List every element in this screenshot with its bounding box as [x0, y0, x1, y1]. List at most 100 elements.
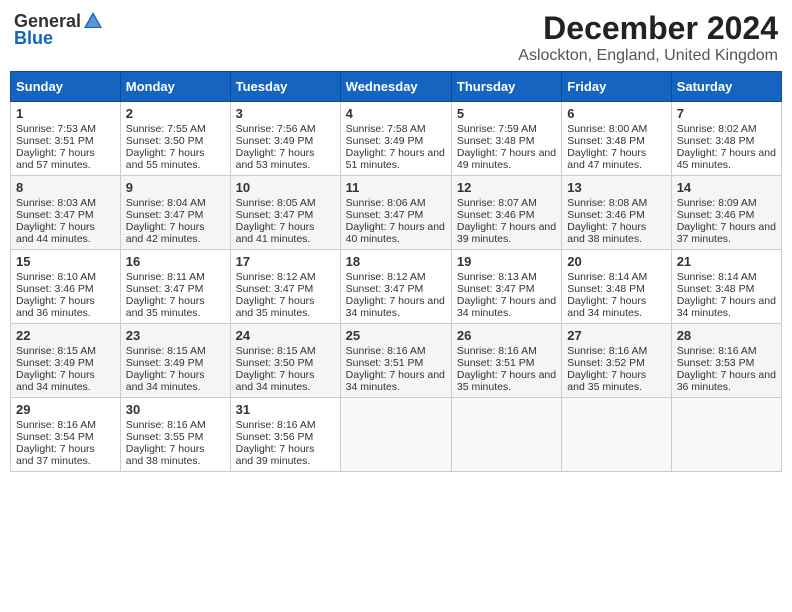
- sunset-text: Sunset: 3:46 PM: [16, 283, 94, 295]
- sunrise-text: Sunrise: 8:11 AM: [126, 271, 205, 283]
- calendar-cell: [451, 398, 561, 472]
- sunrise-text: Sunrise: 8:16 AM: [677, 345, 757, 357]
- calendar-cell: 1 Sunrise: 7:53 AM Sunset: 3:51 PM Dayli…: [11, 102, 121, 176]
- day-number: 7: [677, 106, 776, 121]
- sunrise-text: Sunrise: 7:58 AM: [346, 123, 426, 135]
- day-header-tuesday: Tuesday: [230, 72, 340, 102]
- day-header-monday: Monday: [120, 72, 230, 102]
- day-number: 10: [236, 180, 335, 195]
- calendar-week-row: 29 Sunrise: 8:16 AM Sunset: 3:54 PM Dayl…: [11, 398, 782, 472]
- calendar-cell: 29 Sunrise: 8:16 AM Sunset: 3:54 PM Dayl…: [11, 398, 121, 472]
- sunset-text: Sunset: 3:47 PM: [126, 283, 204, 295]
- sunset-text: Sunset: 3:48 PM: [567, 135, 645, 147]
- sunrise-text: Sunrise: 8:16 AM: [346, 345, 426, 357]
- sunrise-text: Sunrise: 8:16 AM: [126, 419, 206, 431]
- calendar-cell: 2 Sunrise: 7:55 AM Sunset: 3:50 PM Dayli…: [120, 102, 230, 176]
- calendar-cell: 30 Sunrise: 8:16 AM Sunset: 3:55 PM Dayl…: [120, 398, 230, 472]
- sunset-text: Sunset: 3:47 PM: [236, 209, 314, 221]
- day-number: 26: [457, 328, 556, 343]
- sunset-text: Sunset: 3:47 PM: [16, 209, 94, 221]
- sunrise-text: Sunrise: 7:55 AM: [126, 123, 206, 135]
- logo-blue: Blue: [14, 28, 53, 49]
- calendar-cell: 21 Sunrise: 8:14 AM Sunset: 3:48 PM Dayl…: [671, 250, 781, 324]
- daylight-text: Daylight: 7 hours and 44 minutes.: [16, 221, 95, 245]
- calendar-cell: 27 Sunrise: 8:16 AM Sunset: 3:52 PM Dayl…: [562, 324, 671, 398]
- calendar-cell: [340, 398, 451, 472]
- sunset-text: Sunset: 3:51 PM: [16, 135, 94, 147]
- sunrise-text: Sunrise: 8:03 AM: [16, 197, 96, 209]
- sunrise-text: Sunrise: 8:10 AM: [16, 271, 96, 283]
- day-header-sunday: Sunday: [11, 72, 121, 102]
- sunset-text: Sunset: 3:47 PM: [236, 283, 314, 295]
- day-number: 17: [236, 254, 335, 269]
- daylight-text: Daylight: 7 hours and 38 minutes.: [126, 443, 205, 467]
- title-area: December 2024 Aslockton, England, United…: [518, 10, 778, 65]
- day-number: 18: [346, 254, 446, 269]
- calendar-cell: 15 Sunrise: 8:10 AM Sunset: 3:46 PM Dayl…: [11, 250, 121, 324]
- daylight-text: Daylight: 7 hours and 34 minutes.: [236, 369, 315, 393]
- sunset-text: Sunset: 3:52 PM: [567, 357, 645, 369]
- sunrise-text: Sunrise: 8:12 AM: [346, 271, 426, 283]
- sunrise-text: Sunrise: 7:59 AM: [457, 123, 537, 135]
- calendar-week-row: 1 Sunrise: 7:53 AM Sunset: 3:51 PM Dayli…: [11, 102, 782, 176]
- day-number: 4: [346, 106, 446, 121]
- calendar-cell: 25 Sunrise: 8:16 AM Sunset: 3:51 PM Dayl…: [340, 324, 451, 398]
- sunrise-text: Sunrise: 7:53 AM: [16, 123, 96, 135]
- sunset-text: Sunset: 3:56 PM: [236, 431, 314, 443]
- day-number: 30: [126, 402, 225, 417]
- daylight-text: Daylight: 7 hours and 38 minutes.: [567, 221, 646, 245]
- daylight-text: Daylight: 7 hours and 47 minutes.: [567, 147, 646, 171]
- calendar-cell: 9 Sunrise: 8:04 AM Sunset: 3:47 PM Dayli…: [120, 176, 230, 250]
- calendar-cell: 6 Sunrise: 8:00 AM Sunset: 3:48 PM Dayli…: [562, 102, 671, 176]
- sunrise-text: Sunrise: 8:14 AM: [567, 271, 647, 283]
- sunrise-text: Sunrise: 8:12 AM: [236, 271, 316, 283]
- daylight-text: Daylight: 7 hours and 35 minutes.: [236, 295, 315, 319]
- daylight-text: Daylight: 7 hours and 41 minutes.: [236, 221, 315, 245]
- day-number: 31: [236, 402, 335, 417]
- calendar-cell: 17 Sunrise: 8:12 AM Sunset: 3:47 PM Dayl…: [230, 250, 340, 324]
- sunrise-text: Sunrise: 8:02 AM: [677, 123, 757, 135]
- sunset-text: Sunset: 3:48 PM: [677, 283, 755, 295]
- sunrise-text: Sunrise: 8:15 AM: [16, 345, 96, 357]
- sunset-text: Sunset: 3:48 PM: [457, 135, 535, 147]
- day-header-saturday: Saturday: [671, 72, 781, 102]
- sunset-text: Sunset: 3:49 PM: [126, 357, 204, 369]
- calendar-cell: 12 Sunrise: 8:07 AM Sunset: 3:46 PM Dayl…: [451, 176, 561, 250]
- sunset-text: Sunset: 3:47 PM: [346, 283, 424, 295]
- daylight-text: Daylight: 7 hours and 37 minutes.: [677, 221, 776, 245]
- calendar-cell: 16 Sunrise: 8:11 AM Sunset: 3:47 PM Dayl…: [120, 250, 230, 324]
- day-number: 5: [457, 106, 556, 121]
- calendar-cell: 28 Sunrise: 8:16 AM Sunset: 3:53 PM Dayl…: [671, 324, 781, 398]
- sunrise-text: Sunrise: 8:15 AM: [236, 345, 316, 357]
- sunrise-text: Sunrise: 8:07 AM: [457, 197, 537, 209]
- sunset-text: Sunset: 3:49 PM: [236, 135, 314, 147]
- daylight-text: Daylight: 7 hours and 53 minutes.: [236, 147, 315, 171]
- sunset-text: Sunset: 3:51 PM: [457, 357, 535, 369]
- sunrise-text: Sunrise: 8:16 AM: [16, 419, 96, 431]
- daylight-text: Daylight: 7 hours and 36 minutes.: [16, 295, 95, 319]
- calendar-cell: 26 Sunrise: 8:16 AM Sunset: 3:51 PM Dayl…: [451, 324, 561, 398]
- calendar-cell: 24 Sunrise: 8:15 AM Sunset: 3:50 PM Dayl…: [230, 324, 340, 398]
- sunset-text: Sunset: 3:46 PM: [677, 209, 755, 221]
- day-number: 2: [126, 106, 225, 121]
- sunset-text: Sunset: 3:46 PM: [457, 209, 535, 221]
- sunset-text: Sunset: 3:51 PM: [346, 357, 424, 369]
- calendar-cell: 18 Sunrise: 8:12 AM Sunset: 3:47 PM Dayl…: [340, 250, 451, 324]
- calendar-cell: 31 Sunrise: 8:16 AM Sunset: 3:56 PM Dayl…: [230, 398, 340, 472]
- daylight-text: Daylight: 7 hours and 34 minutes.: [346, 369, 445, 393]
- daylight-text: Daylight: 7 hours and 34 minutes.: [457, 295, 556, 319]
- day-number: 3: [236, 106, 335, 121]
- sunset-text: Sunset: 3:47 PM: [457, 283, 535, 295]
- calendar-cell: 23 Sunrise: 8:15 AM Sunset: 3:49 PM Dayl…: [120, 324, 230, 398]
- day-number: 6: [567, 106, 665, 121]
- sunset-text: Sunset: 3:48 PM: [677, 135, 755, 147]
- sunset-text: Sunset: 3:50 PM: [236, 357, 314, 369]
- sunset-text: Sunset: 3:46 PM: [567, 209, 645, 221]
- sunrise-text: Sunrise: 8:16 AM: [567, 345, 647, 357]
- daylight-text: Daylight: 7 hours and 39 minutes.: [457, 221, 556, 245]
- sunrise-text: Sunrise: 8:16 AM: [457, 345, 537, 357]
- day-number: 1: [16, 106, 115, 121]
- sunset-text: Sunset: 3:54 PM: [16, 431, 94, 443]
- sunset-text: Sunset: 3:48 PM: [567, 283, 645, 295]
- calendar-cell: 4 Sunrise: 7:58 AM Sunset: 3:49 PM Dayli…: [340, 102, 451, 176]
